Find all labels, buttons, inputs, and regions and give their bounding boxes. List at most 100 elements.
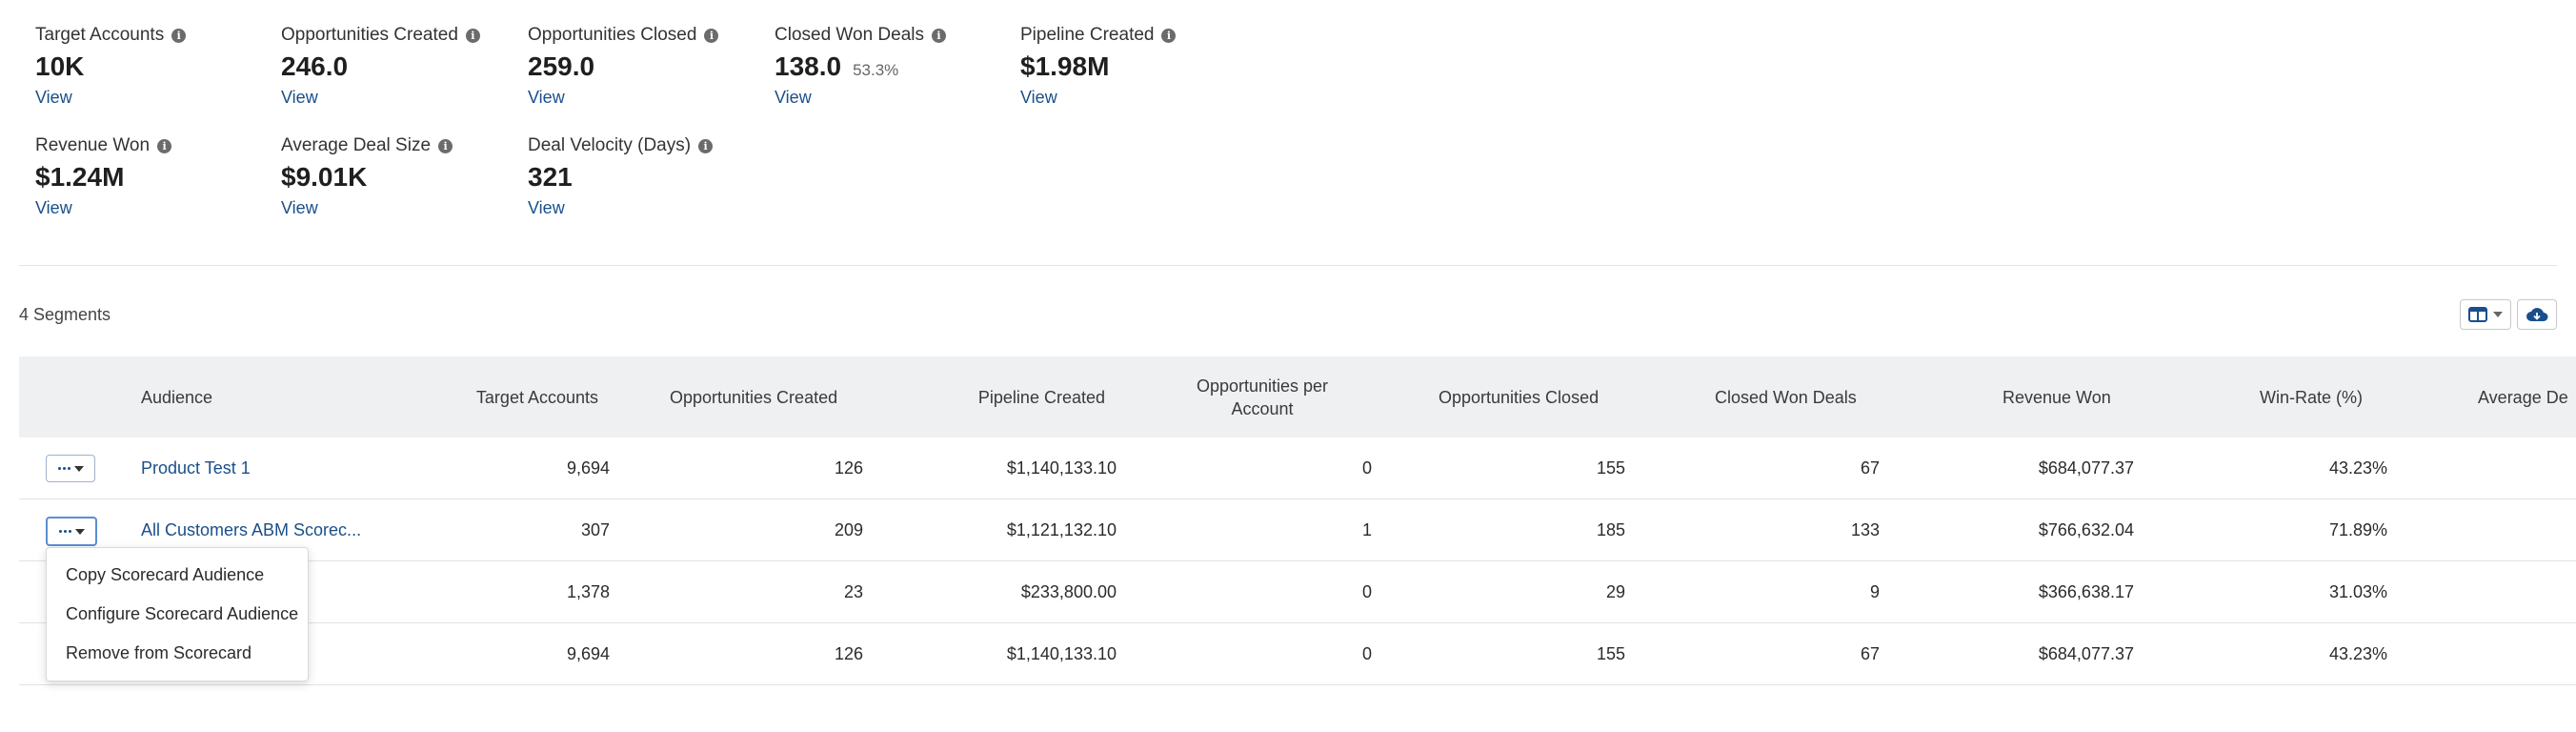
info-icon[interactable]: i: [157, 138, 172, 153]
cell-pipeline-created: $1,140,133.10: [1006, 643, 1117, 663]
win-rate-sub: 53.3%: [853, 61, 899, 79]
cell-target-accounts: 9,694: [566, 458, 610, 478]
cell-closed-won-deals: 67: [1860, 643, 1880, 663]
cell-opportunities-created: 126: [834, 458, 863, 478]
metric-value: 10K: [35, 51, 85, 81]
chevron-down-icon: [73, 465, 84, 472]
metric-view-link[interactable]: View: [281, 198, 519, 218]
cell-revenue-won: $684,077.37: [2038, 643, 2134, 663]
cell-win-rate: 43.23%: [2328, 458, 2387, 478]
section-divider: [19, 265, 2557, 266]
table-row: 9,694 126 $1,140,133.10 0 155 67 $684,07…: [19, 623, 2576, 685]
info-icon[interactable]: i: [1161, 28, 1177, 43]
metric-pipeline-created: Pipeline Created i $1.98M View: [1020, 25, 1258, 108]
header-audience[interactable]: Audience: [141, 356, 212, 437]
cell-pipeline-created: $1,140,133.10: [1006, 458, 1117, 478]
cell-win-rate: 43.23%: [2328, 643, 2387, 663]
cell-opportunities-per-account: 0: [1361, 458, 1372, 478]
header-average-deal[interactable]: Average De: [2478, 356, 2568, 437]
table-toolbar: [2460, 299, 2557, 330]
cell-opportunities-closed: 155: [1596, 458, 1625, 478]
cell-closed-won-deals: 9: [1869, 581, 1880, 601]
metric-average-deal-size: Average Deal Size i $9.01K View: [281, 135, 519, 218]
cell-opportunities-created: 23: [843, 581, 863, 601]
metric-view-link[interactable]: View: [528, 198, 766, 218]
header-revenue-won[interactable]: Revenue Won: [2002, 356, 2111, 437]
metric-closed-won-deals: Closed Won Deals i 138.0 53.3% View: [775, 25, 1013, 108]
info-icon[interactable]: i: [438, 138, 453, 153]
header-closed-won-deals[interactable]: Closed Won Deals: [1715, 356, 1857, 437]
metric-label: Opportunities Created: [281, 25, 458, 45]
metric-view-link[interactable]: View: [775, 88, 1013, 108]
header-pipeline-created[interactable]: Pipeline Created: [934, 356, 1105, 437]
download-button[interactable]: [2517, 299, 2557, 330]
segments-table: Audience Target Accounts Opportunities C…: [19, 356, 2576, 685]
more-icon: [58, 530, 71, 533]
metric-opportunities-created: Opportunities Created i 246.0 View: [281, 25, 519, 108]
metric-view-link[interactable]: View: [35, 198, 273, 218]
cell-opportunities-closed: 155: [1596, 643, 1625, 663]
header-opportunities-closed[interactable]: Opportunities Closed: [1439, 356, 1599, 437]
cell-target-accounts: 9,694: [566, 643, 610, 663]
audience-link[interactable]: Product Test 1: [141, 458, 251, 478]
metric-value: $1.24M: [35, 162, 125, 192]
cell-closed-won-deals: 133: [1850, 519, 1880, 539]
cell-target-accounts: 307: [580, 519, 610, 539]
row-actions-button[interactable]: [46, 517, 97, 546]
info-icon[interactable]: i: [465, 28, 480, 43]
metric-label: Pipeline Created: [1020, 25, 1155, 45]
header-target-accounts[interactable]: Target Accounts: [438, 356, 598, 437]
cell-revenue-won: $684,077.37: [2038, 458, 2134, 478]
metric-view-link[interactable]: View: [35, 88, 273, 108]
cell-target-accounts: 1,378: [566, 581, 610, 601]
metric-label: Deal Velocity (Days): [528, 135, 692, 155]
more-icon: [57, 467, 70, 470]
cell-opportunities-created: 209: [834, 519, 863, 539]
chevron-down-icon: [2493, 312, 2503, 317]
audience-link[interactable]: All Customers ABM Scorec...: [141, 520, 361, 540]
menu-item-configure-audience[interactable]: Configure Scorecard Audience: [47, 595, 308, 634]
metric-label: Average Deal Size: [281, 135, 432, 155]
metric-view-link[interactable]: View: [281, 88, 519, 108]
metric-value: 259.0: [528, 51, 595, 81]
row-actions-button[interactable]: [46, 455, 95, 482]
cell-opportunities-closed: 29: [1605, 581, 1625, 601]
menu-item-copy-audience[interactable]: Copy Scorecard Audience: [47, 556, 308, 595]
column-picker-button[interactable]: [2460, 299, 2511, 330]
info-icon[interactable]: i: [171, 28, 187, 43]
cell-win-rate: 31.03%: [2328, 581, 2387, 601]
metric-target-accounts: Target Accounts i 10K View: [35, 25, 273, 108]
cloud-download-icon: [2526, 308, 2548, 321]
metric-label: Revenue Won: [35, 135, 151, 155]
cell-win-rate: 71.89%: [2328, 519, 2387, 539]
header-win-rate[interactable]: Win-Rate (%): [2260, 356, 2363, 437]
cell-closed-won-deals: 67: [1860, 458, 1880, 478]
cell-opportunities-per-account: 0: [1361, 643, 1372, 663]
info-icon[interactable]: i: [932, 28, 947, 43]
metric-value: 138.0: [775, 51, 842, 81]
header-opportunities-per-account[interactable]: Opportunities per Account: [1167, 356, 1358, 437]
metric-value: $9.01K: [281, 162, 368, 192]
cell-revenue-won: $766,632.04: [2038, 519, 2134, 539]
cell-pipeline-created: $233,800.00: [1020, 581, 1117, 601]
cell-revenue-won: $366,638.17: [2038, 581, 2134, 601]
metric-opportunities-closed: Opportunities Closed i 259.0 View: [528, 25, 766, 108]
metric-view-link[interactable]: View: [1020, 88, 1258, 108]
metric-value: $1.98M: [1020, 51, 1110, 81]
info-icon[interactable]: i: [698, 138, 714, 153]
row-actions-menu: Copy Scorecard Audience Configure Scorec…: [46, 547, 309, 681]
metric-revenue-won: Revenue Won i $1.24M View: [35, 135, 273, 218]
header-opportunities-created[interactable]: Opportunities Created: [670, 356, 837, 437]
info-icon[interactable]: i: [704, 28, 719, 43]
metric-deal-velocity: Deal Velocity (Days) i 321 View: [528, 135, 766, 218]
metric-value: 321: [528, 162, 573, 192]
segments-count: 4 Segments: [19, 305, 111, 324]
cell-opportunities-per-account: 1: [1361, 519, 1372, 539]
metric-view-link[interactable]: View: [528, 88, 766, 108]
table-row: Product Test 1 9,694 126 $1,140,133.10 0…: [19, 437, 2576, 499]
metric-label: Opportunities Closed: [528, 25, 697, 45]
chevron-down-icon: [74, 528, 85, 535]
metric-label: Closed Won Deals: [775, 25, 925, 45]
menu-item-remove-from-scorecard[interactable]: Remove from Scorecard: [47, 634, 308, 673]
metric-value: 246.0: [281, 51, 349, 81]
